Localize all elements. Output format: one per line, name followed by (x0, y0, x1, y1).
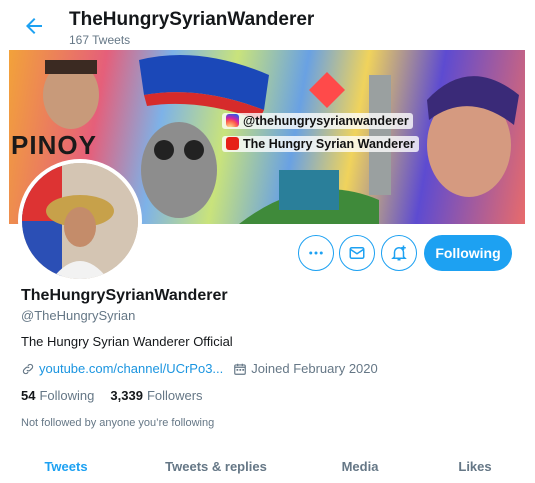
more-options-button[interactable] (298, 235, 334, 271)
instagram-handle: @thehungrysyrianwanderer (243, 114, 409, 128)
followers-count: 3,339 (110, 388, 143, 403)
calendar-icon (234, 363, 247, 375)
banner-youtube-text: The Hungry Syrian Wanderer (222, 136, 419, 152)
header-profile-name: TheHungrySyrianWanderer (69, 9, 315, 30)
following-button[interactable]: Following (424, 235, 512, 271)
notifications-button[interactable] (381, 235, 417, 271)
tab-likes[interactable]: Likes (420, 449, 530, 483)
banner-instagram-text: @thehungrysyrianwanderer (222, 113, 413, 129)
banner-word: PINOY (11, 130, 97, 160)
back-arrow-icon[interactable] (22, 14, 46, 38)
following-label: Following (39, 388, 95, 403)
profile-tabs: Tweets Tweets & replies Media Likes (0, 449, 535, 483)
followers-stat[interactable]: 3,339 Followers (110, 388, 202, 403)
tweet-count: 167 Tweets (69, 33, 131, 47)
bell-plus-icon (391, 245, 407, 261)
youtube-icon (226, 137, 239, 150)
more-icon (309, 251, 323, 255)
link-icon (22, 363, 34, 374)
tab-media[interactable]: Media (300, 449, 420, 483)
following-stat[interactable]: 54 Following (21, 388, 94, 403)
following-count: 54 (21, 388, 36, 403)
bio: The Hungry Syrian Wanderer Official (21, 334, 233, 349)
user-handle: @TheHungrySyrian (21, 308, 136, 323)
tab-tweets[interactable]: Tweets (0, 449, 132, 483)
instagram-icon (226, 114, 239, 127)
profile-meta: youtube.com/channel/UCrPo3... Joined Feb… (21, 361, 378, 376)
message-button[interactable] (339, 235, 375, 271)
display-name: TheHungrySyrianWanderer (21, 287, 228, 304)
follow-stats: 54 Following 3,339 Followers (21, 388, 219, 403)
youtube-channel-name: The Hungry Syrian Wanderer (243, 137, 415, 151)
joined-text: Joined February 2020 (251, 361, 378, 376)
followers-label: Followers (146, 388, 203, 403)
joined-date: Joined February 2020 (233, 361, 378, 376)
mail-icon (349, 247, 365, 259)
profile-link[interactable]: youtube.com/channel/UCrPo3... (39, 361, 223, 376)
top-bar: TheHungrySyrianWanderer 167 Tweets (0, 0, 535, 50)
tab-tweets-and-replies[interactable]: Tweets & replies (132, 449, 300, 483)
avatar[interactable] (18, 159, 142, 283)
not-followed-note: Not followed by anyone you’re following (21, 417, 215, 429)
